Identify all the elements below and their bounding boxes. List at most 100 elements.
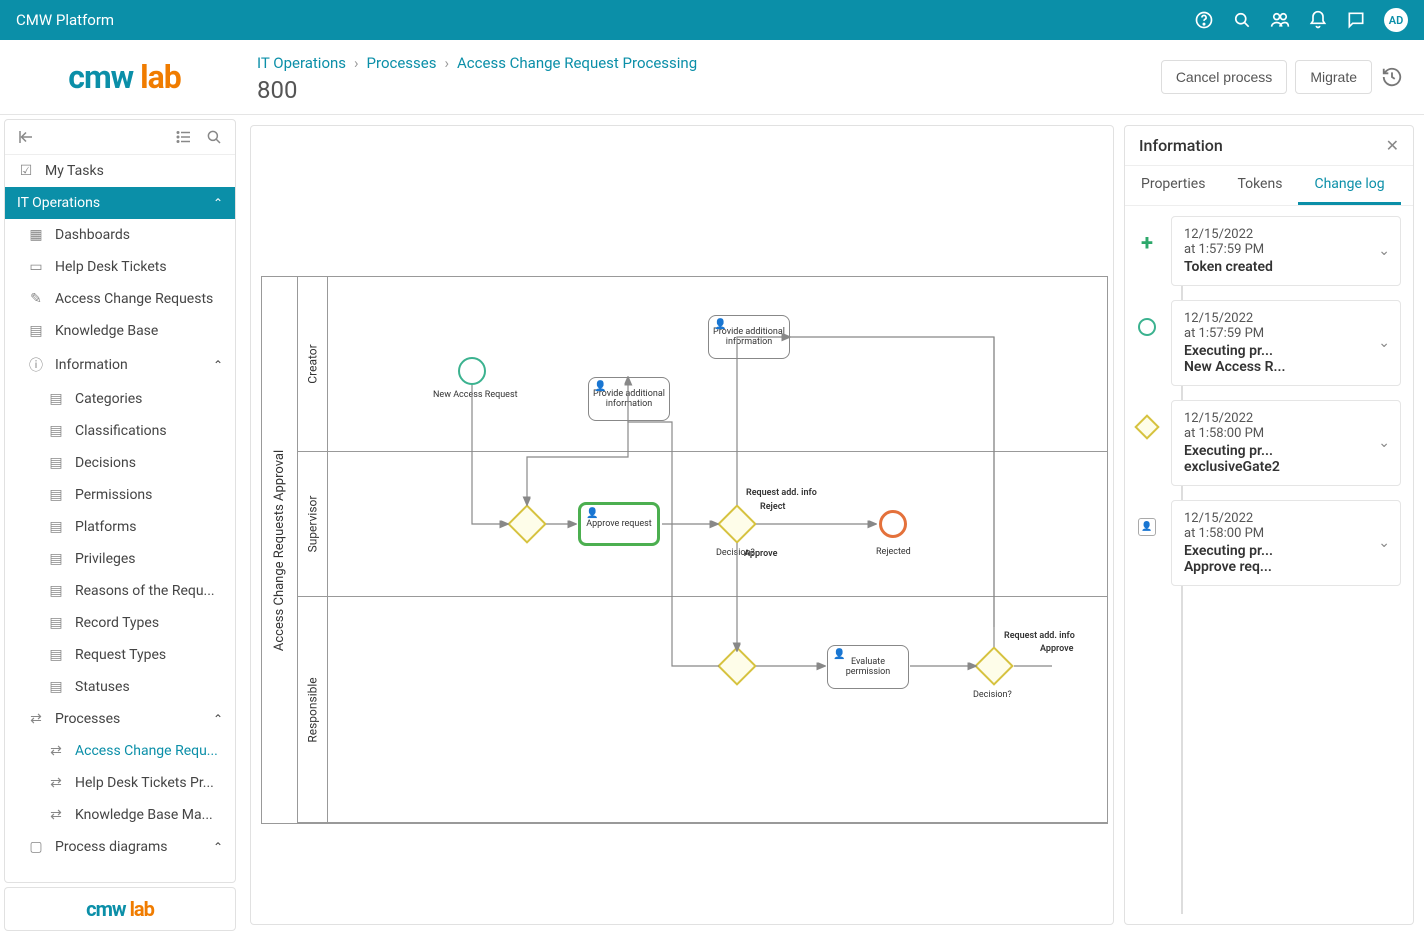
task-approve[interactable]: 👤Approve request: [578, 502, 660, 546]
sidebar-item-knowledge[interactable]: ▤ Knowledge Base: [5, 315, 235, 347]
log-date: 12/15/2022: [1184, 311, 1388, 326]
sidebar-item-it-operations[interactable]: IT Operations ⌃: [5, 187, 235, 219]
log-item: 12/15/2022 at 1:58:00 PM Executing pr...…: [1137, 400, 1401, 486]
main: ☑ My Tasks IT Operations ⌃ ▦ Dashboards …: [0, 115, 1424, 935]
chevron-up-icon: ⌃: [213, 712, 223, 726]
collapse-icon[interactable]: [15, 126, 37, 148]
log-time: at 1:57:59 PM: [1184, 326, 1388, 341]
search-icon[interactable]: [203, 126, 225, 148]
help-icon[interactable]: [1194, 10, 1214, 30]
sidebar-item-dashboards[interactable]: ▦ Dashboards: [5, 219, 235, 251]
process-canvas[interactable]: Access Change Requests Approval Creator …: [250, 125, 1114, 925]
sidebar-item-label: Record Types: [75, 615, 159, 631]
bell-icon[interactable]: [1308, 10, 1328, 30]
tab-properties[interactable]: Properties: [1125, 166, 1221, 205]
sidebar-item-processes[interactable]: ⇄ Processes ⌃: [5, 703, 235, 735]
footer-logo[interactable]: cmw lab: [4, 887, 236, 931]
gateway-decision-2[interactable]: [974, 646, 1014, 686]
breadcrumb-wrap: IT Operations › Processes › Access Chang…: [257, 50, 1141, 104]
gateway-1[interactable]: [507, 504, 547, 544]
app-title: CMW Platform: [16, 11, 114, 29]
migrate-button[interactable]: Migrate: [1295, 60, 1372, 94]
sidebar-item-record-types[interactable]: ▤Record Types: [5, 607, 235, 639]
history-icon[interactable]: [1380, 65, 1404, 89]
chat-icon[interactable]: [1346, 10, 1366, 30]
doc-icon: ▤: [47, 519, 65, 535]
info-header: Information ✕: [1125, 126, 1413, 166]
sidebar-item-my-tasks[interactable]: ☑ My Tasks: [5, 155, 235, 187]
task-provide-info-2[interactable]: 👤Provide additional information: [588, 377, 670, 421]
sidebar-item-classifications[interactable]: ▤Classifications: [5, 415, 235, 447]
doc-icon: ▤: [47, 679, 65, 695]
tasks-icon: ☑: [17, 163, 35, 179]
plus-icon: +: [1138, 234, 1156, 252]
tabs: Properties Tokens Change log: [1125, 166, 1413, 206]
flow-label: Request add. info: [746, 488, 817, 498]
users-icon[interactable]: [1270, 10, 1290, 30]
log-card[interactable]: 12/15/2022 at 1:57:59 PM Executing pr...…: [1171, 300, 1401, 386]
sidebar-item-request-types[interactable]: ▤Request Types: [5, 639, 235, 671]
cancel-process-button[interactable]: Cancel process: [1161, 60, 1288, 94]
bpmn-diagram: Access Change Requests Approval Creator …: [261, 276, 1108, 824]
avatar[interactable]: AD: [1384, 8, 1408, 32]
sidebar-item-label: Knowledge Base Ma...: [75, 807, 213, 823]
info-panel: Information ✕ Properties Tokens Change l…: [1124, 125, 1414, 925]
sidebar-item-proc-acr[interactable]: ⇄Access Change Requ...: [5, 735, 235, 767]
sidebar-item-helpdesk[interactable]: ▭ Help Desk Tickets: [5, 251, 235, 283]
ticket-icon: ▭: [27, 259, 45, 275]
breadcrumb-item[interactable]: Access Change Request Processing: [457, 54, 697, 72]
log-time: at 1:58:00 PM: [1184, 426, 1388, 441]
log-title: Executing pr...: [1184, 343, 1388, 359]
user-icon: 👤: [594, 381, 606, 392]
log-card[interactable]: 12/15/2022 at 1:58:00 PM Executing pr...…: [1171, 400, 1401, 486]
sidebar-item-process-diagrams[interactable]: ▢ Process diagrams ⌃: [5, 831, 235, 863]
sidebar-item-reasons[interactable]: ▤Reasons of the Requ...: [5, 575, 235, 607]
sidebar-item-label: Platforms: [75, 519, 137, 535]
tab-tokens[interactable]: Tokens: [1221, 166, 1298, 205]
doc-icon: ▤: [47, 391, 65, 407]
sidebar-item-proc-kb[interactable]: ⇄Knowledge Base Ma...: [5, 799, 235, 831]
doc-icon: ▤: [47, 583, 65, 599]
search-icon[interactable]: [1232, 10, 1252, 30]
chevron-up-icon: ⌃: [213, 840, 223, 854]
breadcrumb-item[interactable]: Processes: [367, 54, 437, 72]
log-date: 12/15/2022: [1184, 227, 1388, 242]
gateway-decision-1[interactable]: [717, 504, 757, 544]
list-icon[interactable]: [173, 126, 195, 148]
start-event[interactable]: [458, 357, 486, 385]
end-event-rejected[interactable]: [879, 510, 907, 538]
task-provide-info-1[interactable]: 👤Provide additional information: [708, 315, 790, 359]
log-card[interactable]: 12/15/2022 at 1:58:00 PM Executing pr...…: [1171, 500, 1401, 586]
sidebar-item-privileges[interactable]: ▤Privileges: [5, 543, 235, 575]
breadcrumb-item[interactable]: IT Operations: [257, 54, 346, 72]
chevron-down-icon[interactable]: ⌄: [1378, 435, 1390, 451]
sidebar-item-platforms[interactable]: ▤ Platforms: [5, 511, 235, 543]
close-icon[interactable]: ✕: [1386, 136, 1399, 155]
lane-responsible: Responsible 👤Evaluate permission Decisio…: [298, 597, 1107, 823]
node-label: Rejected: [876, 547, 911, 557]
sidebar-item-label: Categories: [75, 391, 142, 407]
circle-icon: [1138, 318, 1156, 336]
sidebar-item-permissions[interactable]: ▤Permissions: [5, 479, 235, 511]
sidebar-item-information[interactable]: ⓘ Information ⌃: [5, 347, 235, 383]
topbar-actions: AD: [1194, 8, 1408, 32]
sidebar-item-decisions[interactable]: ▤Decisions: [5, 447, 235, 479]
chevron-down-icon[interactable]: ⌄: [1378, 535, 1390, 551]
tab-changelog[interactable]: Change log: [1298, 166, 1400, 205]
sidebar-item-label: Access Change Requ...: [75, 743, 218, 759]
sidebar-item-categories[interactable]: ▤ Categories: [5, 383, 235, 415]
sidebar-item-proc-hd[interactable]: ⇄Help Desk Tickets Pr...: [5, 767, 235, 799]
log-card[interactable]: 12/15/2022 at 1:57:59 PM Token created ⌄: [1171, 216, 1401, 286]
gateway-3[interactable]: [717, 646, 757, 686]
logo[interactable]: cmw lab: [12, 58, 237, 96]
user-icon: 👤: [586, 508, 598, 519]
changelog[interactable]: + 12/15/2022 at 1:57:59 PM Token created…: [1125, 206, 1413, 924]
chevron-right-icon: ›: [354, 54, 359, 72]
task-evaluate[interactable]: 👤Evaluate permission: [827, 645, 909, 689]
sidebar-item-access-change[interactable]: ✎ Access Change Requests: [5, 283, 235, 315]
lane-creator: Creator New Access Request 👤Provide addi…: [298, 277, 1107, 452]
chevron-down-icon[interactable]: ⌄: [1378, 335, 1390, 351]
sidebar-item-label: Help Desk Tickets Pr...: [75, 775, 214, 791]
chevron-down-icon[interactable]: ⌄: [1378, 243, 1390, 259]
sidebar-item-statuses[interactable]: ▤Statuses: [5, 671, 235, 703]
